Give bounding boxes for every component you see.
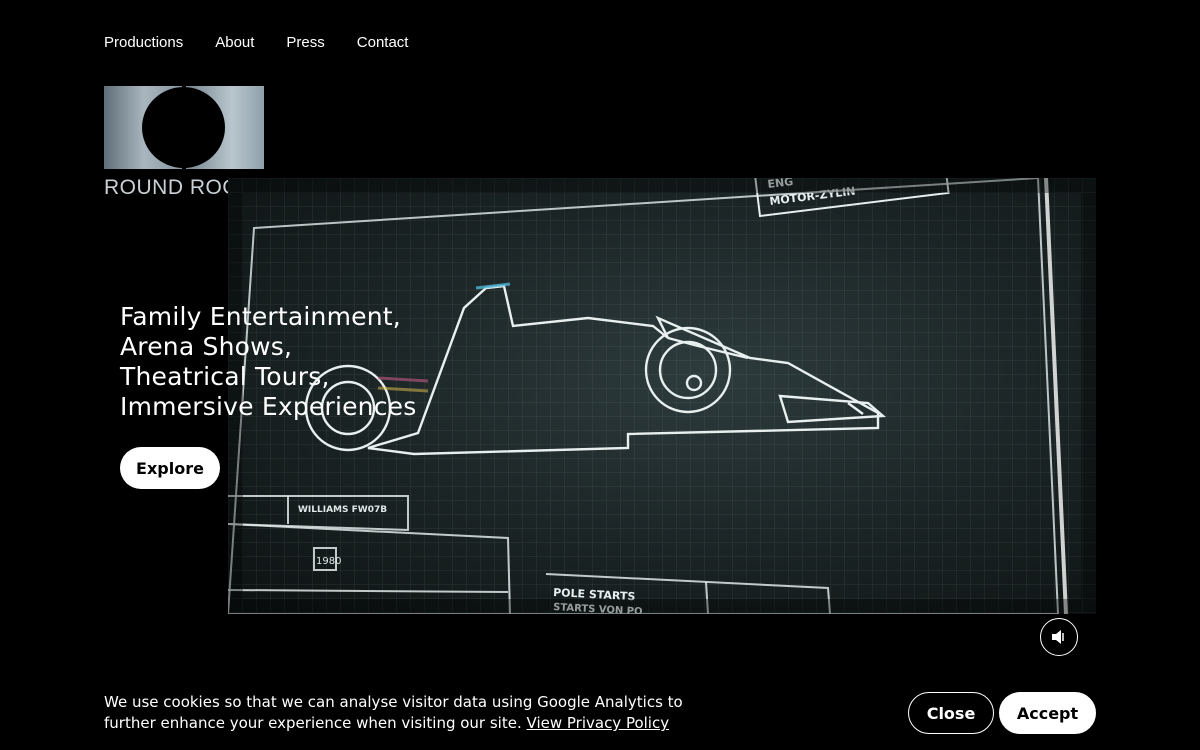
main-nav: Productions About Press Contact [104,34,408,52]
logo-gap-top [182,86,186,100]
cookie-close-button[interactable]: Close [908,692,994,734]
nav-contact[interactable]: Contact [357,34,409,52]
speaker-muted-icon [1052,630,1064,644]
privacy-policy-link[interactable]: View Privacy Policy [527,714,670,732]
page: Productions About Press Contact ROUND RO… [0,0,1200,750]
tagline-line-1: Family Entertainment, [120,302,401,331]
logo-gap-bottom [182,155,186,169]
tagline-line-2: Arena Shows, [120,332,293,361]
cookie-notice: We use cookies so that we can analyse vi… [104,692,684,734]
hero-tagline: Family Entertainment, Arena Shows, Theat… [120,302,416,422]
explore-button[interactable]: Explore [120,447,220,489]
year-label: 1980 [316,556,341,567]
nav-about[interactable]: About [215,34,254,52]
logo-mark [104,86,264,169]
tagline-line-4: Immersive Experiences [120,392,417,421]
williams-label: WILLIAMS FW07B [298,505,387,515]
nav-productions[interactable]: Productions [104,34,183,52]
mute-toggle-button[interactable] [1040,618,1078,656]
cookie-accept-button[interactable]: Accept [999,692,1096,734]
nav-press[interactable]: Press [286,34,324,52]
tagline-line-3: Theatrical Tours, [120,362,330,391]
